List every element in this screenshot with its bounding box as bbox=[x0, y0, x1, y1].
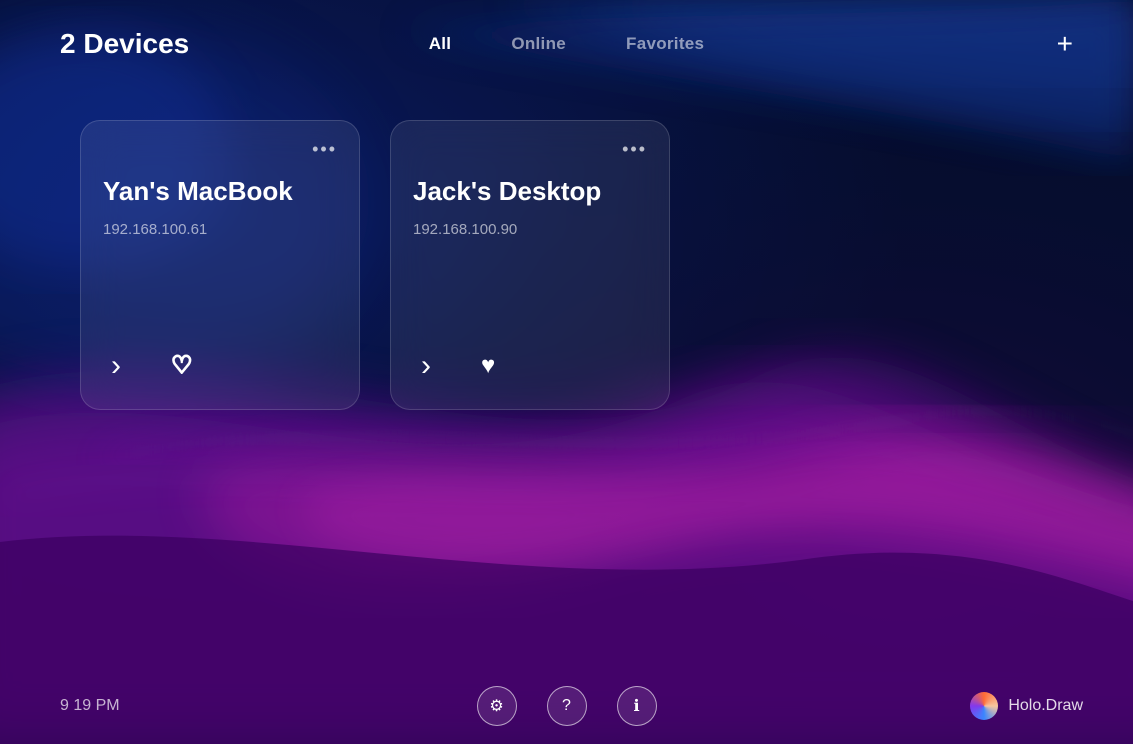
settings-button[interactable]: ⚙ bbox=[477, 686, 517, 726]
header: 2 Devices All Online Favorites + bbox=[0, 0, 1133, 80]
device-list: ••• Yan's MacBook 192.168.100.61 › ♡ •••… bbox=[0, 80, 1133, 410]
footer: 9 19 PM ⚙ ? ℹ Holo.Draw bbox=[0, 674, 1133, 744]
favorite-button-yan[interactable]: ♡ bbox=[171, 354, 193, 378]
footer-time: 9 19 PM bbox=[60, 697, 120, 715]
help-button[interactable]: ? bbox=[547, 686, 587, 726]
tab-online[interactable]: Online bbox=[511, 34, 566, 54]
card-menu-yan: ••• bbox=[103, 139, 337, 160]
device-card-jack-desktop[interactable]: ••• Jack's Desktop 192.168.100.90 › ♥ bbox=[390, 120, 670, 410]
card-actions-jack: › ♥ bbox=[413, 351, 647, 381]
device-ip-jack: 192.168.100.90 bbox=[413, 221, 647, 238]
info-button[interactable]: ℹ bbox=[617, 686, 657, 726]
brand-name-label: Holo.Draw bbox=[1008, 697, 1083, 715]
device-ip-yan: 192.168.100.61 bbox=[103, 221, 337, 238]
nav-tabs: All Online Favorites bbox=[429, 34, 705, 54]
device-count-label: 2 Devices bbox=[60, 28, 189, 60]
card-options-button-jack[interactable]: ••• bbox=[622, 139, 647, 160]
footer-icons: ⚙ ? ℹ bbox=[477, 686, 657, 726]
card-menu-jack: ••• bbox=[413, 139, 647, 160]
connect-button-jack[interactable]: › bbox=[421, 351, 431, 381]
connect-button-yan[interactable]: › bbox=[111, 351, 121, 381]
tab-all[interactable]: All bbox=[429, 34, 452, 54]
brand: Holo.Draw bbox=[970, 692, 1083, 720]
device-name-jack: Jack's Desktop bbox=[413, 176, 647, 207]
brand-logo-icon bbox=[970, 692, 998, 720]
favorite-button-jack[interactable]: ♥ bbox=[481, 354, 495, 378]
card-options-button-yan[interactable]: ••• bbox=[312, 139, 337, 160]
tab-favorites[interactable]: Favorites bbox=[626, 34, 704, 54]
device-name-yan: Yan's MacBook bbox=[103, 176, 337, 207]
card-actions-yan: › ♡ bbox=[103, 351, 337, 381]
device-card-yan-macbook[interactable]: ••• Yan's MacBook 192.168.100.61 › ♡ bbox=[80, 120, 360, 410]
add-device-button[interactable]: + bbox=[1057, 30, 1073, 58]
